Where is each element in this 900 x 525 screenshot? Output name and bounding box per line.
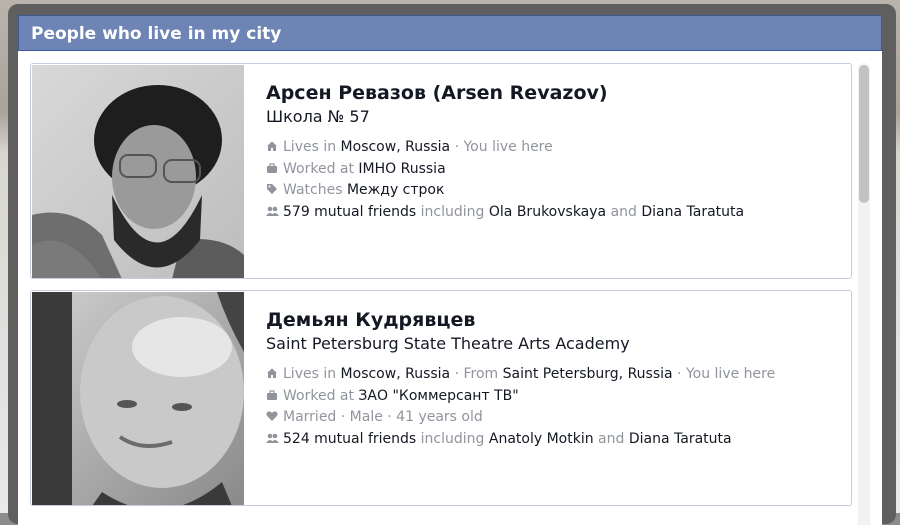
people-list: Арсен Ревазов (Arsen Revazov) Школа № 57… xyxy=(30,63,852,517)
people-dialog: People who live in my city Арсен Ревазов… xyxy=(18,15,882,525)
person-info: Арсен Ревазов (Arsen Revazov) Школа № 57… xyxy=(266,80,836,223)
detail-mutual-friends: 579 mutual friends including Ola Brukovs… xyxy=(266,202,836,224)
dialog-title: People who live in my city xyxy=(18,15,882,51)
person-subtitle[interactable]: Saint Petersburg State Theatre Arts Acad… xyxy=(266,333,836,355)
detail-lives-in: Lives in Moscow, Russia · You live here xyxy=(266,137,836,159)
scrollbar-thumb[interactable] xyxy=(859,65,869,203)
profile-photo[interactable] xyxy=(32,65,244,278)
detail-work: Worked at ЗАО "Коммерсант ТВ" xyxy=(266,386,836,408)
tag-icon xyxy=(266,181,280,202)
friends-icon xyxy=(266,203,280,224)
house-icon xyxy=(266,365,280,386)
briefcase-icon xyxy=(266,160,280,181)
detail-lives-in: Lives in Moscow, Russia · From Saint Pet… xyxy=(266,364,836,386)
profile-photo[interactable] xyxy=(32,292,244,505)
house-icon xyxy=(266,138,280,159)
detail-watches: Watches Между строк xyxy=(266,180,836,202)
detail-mutual-friends: 524 mutual friends including Anatoly Mot… xyxy=(266,429,836,451)
friends-icon xyxy=(266,430,280,451)
briefcase-icon xyxy=(266,387,280,408)
person-card[interactable]: Арсен Ревазов (Arsen Revazov) Школа № 57… xyxy=(30,63,852,279)
scrollbar[interactable] xyxy=(858,63,870,525)
detail-work: Worked at IMHO Russia xyxy=(266,159,836,181)
person-info: Демьян Кудрявцев Saint Petersburg State … xyxy=(266,307,836,450)
person-name[interactable]: Демьян Кудрявцев xyxy=(266,307,836,333)
heart-icon xyxy=(266,408,280,429)
person-name[interactable]: Арсен Ревазов (Arsen Revazov) xyxy=(266,80,836,106)
detail-relationship: Married · Male · 41 years old xyxy=(266,407,836,429)
person-subtitle[interactable]: Школа № 57 xyxy=(266,106,836,128)
person-card[interactable]: Демьян Кудрявцев Saint Petersburg State … xyxy=(30,290,852,506)
